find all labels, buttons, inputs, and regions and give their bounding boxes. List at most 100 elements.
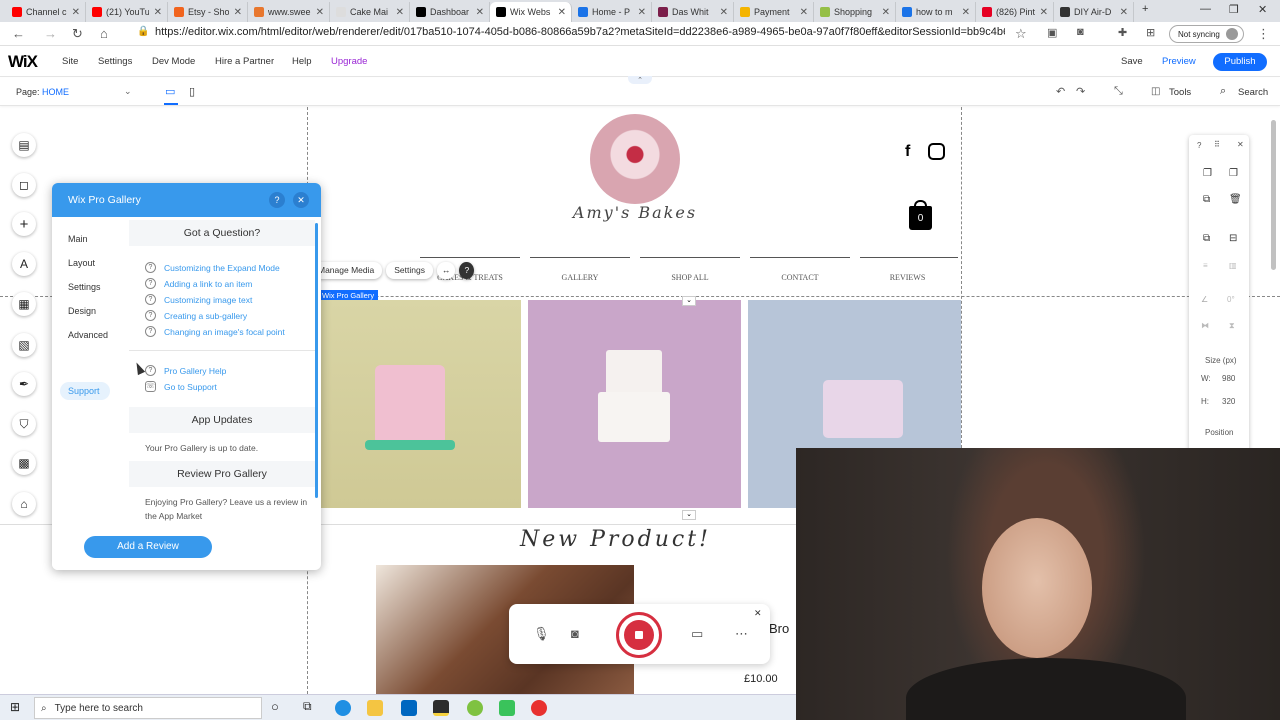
site-nav-gallery[interactable]: GALLERY <box>535 273 625 282</box>
delete-icon[interactable]: 🗑 <box>1229 194 1242 205</box>
tab-close-icon[interactable]: ✕ <box>558 7 566 18</box>
stop-recording-button[interactable] <box>616 612 662 658</box>
pg-nav-design[interactable]: Design <box>68 306 96 316</box>
browser-tab[interactable]: Channel c ✕ <box>6 2 86 22</box>
pg-nav-settings[interactable]: Settings <box>68 282 101 292</box>
browser-tab[interactable]: Shopping ✕ <box>814 2 896 22</box>
instagram-icon[interactable] <box>928 143 945 160</box>
save-button[interactable]: Save <box>1121 56 1143 67</box>
faq-link-sub-gallery[interactable]: ? Creating a sub-gallery <box>145 310 247 321</box>
faq-link-expand-mode[interactable]: ? Customizing the Expand Mode <box>145 262 280 273</box>
mail-icon[interactable] <box>401 700 417 716</box>
flip-vertical-icon[interactable]: ⧗ <box>1229 321 1235 331</box>
browser-tab[interactable]: Etsy - Sho ✕ <box>168 2 248 22</box>
search-icon[interactable]: ⌕ <box>1220 85 1226 98</box>
close-window-icon[interactable]: ✕ <box>1258 3 1267 16</box>
file-explorer-icon[interactable] <box>367 700 383 716</box>
page-selector[interactable]: Page: HOME ⌄ <box>16 86 136 97</box>
publish-button[interactable]: Publish <box>1213 53 1267 71</box>
tab-close-icon[interactable]: ✕ <box>234 7 242 18</box>
pages-menu-icon[interactable]: ▤ <box>12 133 36 157</box>
resize-handle-top[interactable]: ⌄ <box>682 296 696 306</box>
bookmark-star-icon[interactable]: ☆ <box>1015 26 1027 42</box>
taskbar-search-field[interactable]: ⌕ Type here to search <box>34 697 262 719</box>
tab-close-icon[interactable]: ✕ <box>316 7 324 18</box>
add-apps-icon[interactable]: ▦ <box>12 292 36 316</box>
blog-icon[interactable]: ✒ <box>12 372 36 396</box>
screen-icon[interactable]: ▭ <box>691 626 703 642</box>
tab-close-icon[interactable]: ✕ <box>1040 7 1048 18</box>
tab-close-icon[interactable]: ✕ <box>800 7 808 18</box>
store-icon[interactable]: ⛉ <box>12 412 36 436</box>
collapse-top-icon[interactable]: ⌃ <box>628 76 652 84</box>
browser-tab[interactable]: Das Whit ✕ <box>652 2 734 22</box>
resize-handle-bottom[interactable]: ⌄ <box>682 510 696 520</box>
pro-gallery-panel-header[interactable]: Wix Pro Gallery ? ✕ <box>52 183 321 217</box>
sync-status-button[interactable]: Not syncing <box>1169 25 1244 43</box>
editor-scrollbar[interactable] <box>1271 120 1276 270</box>
menu-settings[interactable]: Settings <box>98 56 132 67</box>
rotate-icon[interactable]: ∠ <box>1201 295 1208 304</box>
maximize-icon[interactable]: ❐ <box>1229 3 1239 16</box>
pg-nav-support[interactable]: Support <box>60 382 110 400</box>
undo-icon[interactable]: ↶ <box>1056 85 1065 98</box>
site-nav-reviews[interactable]: REVIEWS <box>865 273 950 282</box>
browser-tab[interactable]: Cake Mai ✕ <box>330 2 410 22</box>
menu-upgrade[interactable]: Upgrade <box>331 56 367 67</box>
menu-hire-partner[interactable]: Hire a Partner <box>215 56 274 67</box>
site-nav-shop[interactable]: SHOP ALL <box>645 273 735 282</box>
tools-icon[interactable]: ◫ <box>1151 86 1160 97</box>
tab-close-icon[interactable]: ✕ <box>962 7 970 18</box>
refresh-app-icon[interactable] <box>467 700 483 716</box>
browser-tab[interactable]: (21) YouTu ✕ <box>86 2 168 22</box>
tools-button[interactable]: Tools <box>1169 87 1191 98</box>
theme-icon[interactable]: A <box>12 252 36 276</box>
align-icon[interactable]: ⊟ <box>1229 233 1237 244</box>
panel-close-icon[interactable]: ✕ <box>293 192 309 208</box>
panel-close-icon[interactable]: ✕ <box>1237 140 1244 149</box>
menu-help[interactable]: Help <box>292 56 312 67</box>
extension-icon[interactable]: ▣ <box>1047 26 1057 39</box>
panel-scrollbar[interactable] <box>315 223 318 498</box>
gallery-settings-button[interactable]: Settings <box>386 262 433 279</box>
minimize-icon[interactable]: — <box>1200 3 1211 15</box>
panel-help-icon[interactable]: ? <box>1197 141 1201 150</box>
windows-start-icon[interactable]: ⊞ <box>10 700 20 714</box>
browser-tab[interactable]: Dashboar ✕ <box>410 2 490 22</box>
business-icon[interactable]: ⌂ <box>12 492 36 516</box>
faq-link-focal-point[interactable]: ? Changing an image's focal point <box>145 326 285 337</box>
pro-gallery-help-link[interactable]: ? Pro Gallery Help <box>145 365 226 376</box>
site-logo-cupcake[interactable] <box>590 114 680 204</box>
faq-link-image-text[interactable]: ? Customizing image text <box>145 294 252 305</box>
distribute-icon[interactable]: ≡ <box>1203 261 1208 270</box>
tab-close-icon[interactable]: ✕ <box>1120 7 1128 18</box>
menu-site[interactable]: Site <box>62 56 78 67</box>
go-to-support-link[interactable]: ☏ Go to Support <box>145 381 217 392</box>
camera-icon[interactable]: ◙ <box>571 626 579 641</box>
match-size-icon[interactable]: ▥ <box>1229 261 1237 270</box>
browser-tab[interactable]: (826) Pint ✕ <box>976 2 1054 22</box>
browser-tab[interactable]: Home - P ✕ <box>572 2 652 22</box>
site-nav-contact[interactable]: CONTACT <box>755 273 845 282</box>
pg-nav-main[interactable]: Main <box>68 234 88 244</box>
height-value[interactable]: 320 <box>1222 397 1235 406</box>
home-icon[interactable]: ⌂ <box>100 26 108 41</box>
panel-help-icon[interactable]: ? <box>269 192 285 208</box>
sticky-notes-icon[interactable] <box>433 700 449 716</box>
tab-close-icon[interactable]: ✕ <box>154 7 162 18</box>
forward-icon[interactable]: → <box>44 26 57 41</box>
extensions-menu-icon[interactable]: ⊞ <box>1146 26 1155 39</box>
help-icon[interactable]: ? <box>459 262 475 279</box>
new-tab-icon[interactable]: + <box>1142 3 1148 15</box>
browser-tab[interactable]: how to m ✕ <box>896 2 976 22</box>
duplicate-icon[interactable]: ⧉ <box>1203 194 1210 205</box>
tab-close-icon[interactable]: ✕ <box>476 7 484 18</box>
close-recorder-icon[interactable]: ✕ <box>754 608 762 619</box>
whatsapp-icon[interactable] <box>499 700 515 716</box>
product-name[interactable]: Bro <box>769 621 789 636</box>
width-value[interactable]: 980 <box>1222 374 1235 383</box>
camera-extension-icon[interactable]: ◙ <box>1077 26 1084 38</box>
browser-tab[interactable]: DIY Air-D ✕ <box>1054 2 1134 22</box>
url-field[interactable]: https://editor.wix.com/html/editor/web/r… <box>155 26 1005 38</box>
zoom-out-icon[interactable]: ⤡ <box>1114 85 1123 98</box>
